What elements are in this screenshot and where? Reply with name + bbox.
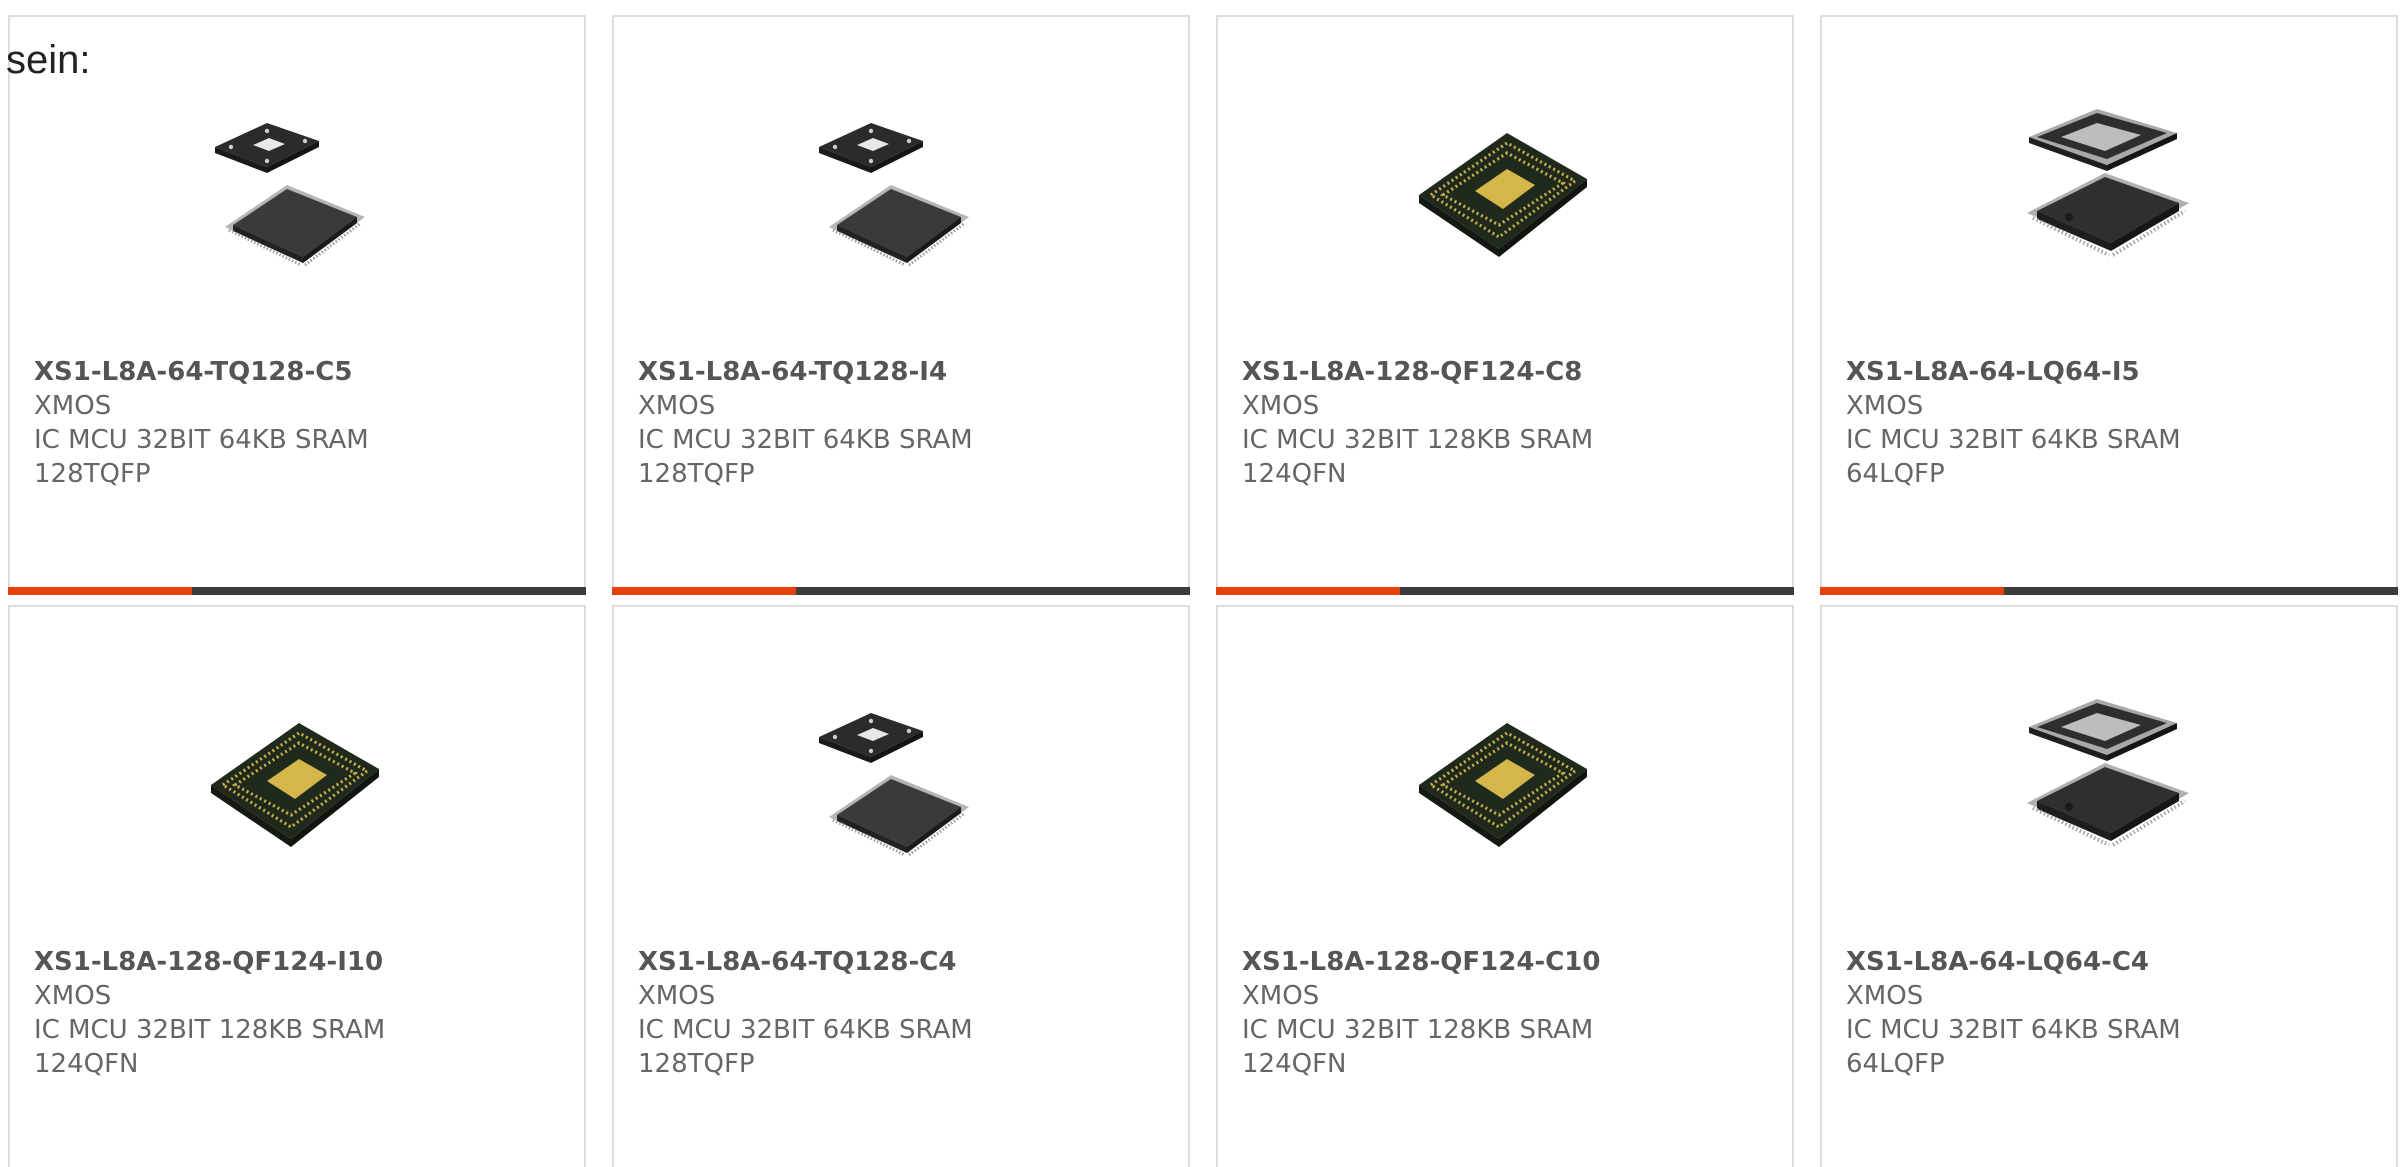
lqfp-chip-image[interactable] <box>2007 677 2207 877</box>
product-card[interactable]: XS1-L8A-64-LQ64-C4 XMOS IC MCU 32BIT 64KB … <box>1820 605 2398 1167</box>
package-label: 128TQFP <box>638 459 755 489</box>
tqfp-chip-image[interactable] <box>799 87 999 287</box>
part-number-link[interactable]: XS1-L8A-128-QF124-C8 <box>1242 355 1593 389</box>
product-card[interactable]: XS1-L8A-64-LQ64-I5 XMOS IC MCU 32BIT 64KB … <box>1820 15 2398 595</box>
product-info: XS1-L8A-64-LQ64-I5 XMOS IC MCU 32BIT 64KB … <box>1846 355 2181 491</box>
manufacturer-label: XMOS <box>638 391 716 421</box>
product-info: XS1-L8A-128-QF124-C10 XMOS IC MCU 32BIT 12… <box>1242 945 1600 1081</box>
product-info: XS1-L8A-128-QF124-I10 XMOS IC MCU 32BIT 12… <box>34 945 385 1081</box>
product-info: XS1-L8A-64-TQ128-C4 XMOS IC MCU 32BIT 64KB… <box>638 945 973 1081</box>
part-number-link[interactable]: XS1-L8A-128-QF124-I10 <box>34 945 385 979</box>
product-description: IC MCU 32BIT 128KB SRAM <box>1242 425 1594 455</box>
package-label: 124QFN <box>1242 459 1347 489</box>
lqfp-chip-image[interactable] <box>2007 87 2207 287</box>
product-description: IC MCU 32BIT 64KB SRAM <box>1846 425 2181 455</box>
product-card[interactable]: XS1-L8A-64-TQ128-C5 XMOS IC MCU 32BIT 64KB… <box>8 15 586 595</box>
product-description: IC MCU 32BIT 128KB SRAM <box>34 1015 386 1045</box>
product-card[interactable]: XS1-L8A-64-TQ128-C4 XMOS IC MCU 32BIT 64KB… <box>612 605 1190 1167</box>
product-description: IC MCU 32BIT 128KB SRAM <box>1242 1015 1594 1045</box>
package-label: 128TQFP <box>638 1049 755 1079</box>
manufacturer-label: XMOS <box>1846 981 1924 1011</box>
product-info: XS1-L8A-64-TQ128-I4 XMOS IC MCU 32BIT 64KB… <box>638 355 973 491</box>
product-card[interactable]: XS1-L8A-64-TQ128-I4 XMOS IC MCU 32BIT 64KB… <box>612 15 1190 595</box>
manufacturer-label: XMOS <box>1846 391 1924 421</box>
card-accent-stripe <box>1216 587 1400 595</box>
manufacturer-label: XMOS <box>638 981 716 1011</box>
product-description: IC MCU 32BIT 64KB SRAM <box>34 425 369 455</box>
tqfp-chip-image[interactable] <box>799 677 999 877</box>
product-description: IC MCU 32BIT 64KB SRAM <box>638 425 973 455</box>
product-card[interactable]: XS1-L8A-128-QF124-C8 XMOS IC MCU 32BIT 128… <box>1216 15 1794 595</box>
card-accent-stripe <box>612 587 796 595</box>
intro-text: sein: <box>6 38 91 82</box>
package-label: 124QFN <box>34 1049 139 1079</box>
product-description: IC MCU 32BIT 64KB SRAM <box>638 1015 973 1045</box>
package-label: 124QFN <box>1242 1049 1347 1079</box>
card-accent-stripe <box>8 587 192 595</box>
tqfp-chip-image[interactable] <box>195 87 395 287</box>
qfn-chip-image[interactable] <box>1403 87 1603 287</box>
card-footer-bar <box>1216 587 1794 595</box>
part-number-link[interactable]: XS1-L8A-64-LQ64-C4 <box>1846 945 2181 979</box>
part-number-link[interactable]: XS1-L8A-64-LQ64-I5 <box>1846 355 2181 389</box>
part-number-link[interactable]: XS1-L8A-64-TQ128-C4 <box>638 945 973 979</box>
product-description: IC MCU 32BIT 64KB SRAM <box>1846 1015 2181 1045</box>
card-accent-stripe <box>1820 587 2004 595</box>
page: sein: XS1-L8A-64-TQ128-C5 XMOS IC MCU 32BI… <box>0 0 2400 1167</box>
product-grid: XS1-L8A-64-TQ128-C5 XMOS IC MCU 32BIT 64KB… <box>8 15 2398 1167</box>
package-label: 64LQFP <box>1846 459 1945 489</box>
part-number-link[interactable]: XS1-L8A-64-TQ128-C5 <box>34 355 369 389</box>
part-number-link[interactable]: XS1-L8A-64-TQ128-I4 <box>638 355 973 389</box>
manufacturer-label: XMOS <box>1242 981 1320 1011</box>
qfn-chip-image[interactable] <box>195 677 395 877</box>
package-label: 64LQFP <box>1846 1049 1945 1079</box>
manufacturer-label: XMOS <box>34 391 112 421</box>
manufacturer-label: XMOS <box>1242 391 1320 421</box>
product-card[interactable]: XS1-L8A-128-QF124-I10 XMOS IC MCU 32BIT 12… <box>8 605 586 1167</box>
product-info: XS1-L8A-128-QF124-C8 XMOS IC MCU 32BIT 128… <box>1242 355 1593 491</box>
part-number-link[interactable]: XS1-L8A-128-QF124-C10 <box>1242 945 1600 979</box>
product-info: XS1-L8A-64-TQ128-C5 XMOS IC MCU 32BIT 64KB… <box>34 355 369 491</box>
qfn-chip-image[interactable] <box>1403 677 1603 877</box>
package-label: 128TQFP <box>34 459 151 489</box>
product-card[interactable]: XS1-L8A-128-QF124-C10 XMOS IC MCU 32BIT 12… <box>1216 605 1794 1167</box>
card-footer-bar <box>612 587 1190 595</box>
product-info: XS1-L8A-64-LQ64-C4 XMOS IC MCU 32BIT 64KB … <box>1846 945 2181 1081</box>
card-footer-bar <box>8 587 586 595</box>
manufacturer-label: XMOS <box>34 981 112 1011</box>
card-footer-bar <box>1820 587 2398 595</box>
